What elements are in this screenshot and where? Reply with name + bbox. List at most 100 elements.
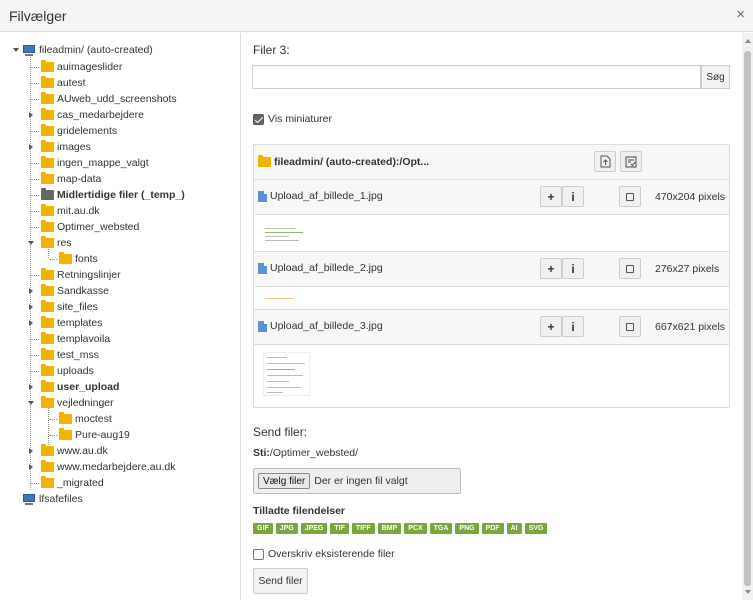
tree-item-temp[interactable]: Midlertidige filer (_temp_) — [41, 187, 185, 203]
tree-item-autest[interactable]: autest — [41, 75, 86, 91]
choose-files-button[interactable]: Vælg filer — [258, 473, 311, 489]
tree-item-auimageslider[interactable]: auimageslider — [41, 59, 122, 75]
file-row[interactable]: Upload_af_billede_3.jpg + i 667x621 pixe… — [254, 310, 729, 345]
image-file-icon — [258, 320, 267, 332]
file-thumbnail[interactable] — [263, 352, 310, 396]
folder-icon — [41, 332, 54, 344]
scroll-up-icon[interactable] — [745, 39, 751, 43]
tree-item-retningslinjer[interactable]: Retningslinjer — [41, 267, 121, 283]
dialog-title: Filvælger — [9, 8, 67, 24]
add-file-button[interactable]: + — [540, 316, 562, 337]
thumbnails-label: Vis miniaturer — [268, 113, 332, 125]
file-name[interactable]: Upload_af_billede_3.jpg — [258, 320, 383, 332]
scrollbar-thumb[interactable] — [744, 51, 751, 586]
extension-badge: JPG — [275, 523, 298, 534]
tree-toggle-www-au-dk[interactable] — [29, 448, 33, 454]
folder-icon — [59, 412, 72, 424]
folder-icon — [41, 460, 54, 472]
tree-toggle-templates[interactable] — [29, 320, 33, 326]
select-file-checkbox[interactable] — [619, 258, 641, 279]
file-row[interactable]: Upload_af_billede_2.jpg + i 276x27 pixel… — [254, 252, 729, 287]
folder-icon — [41, 204, 54, 216]
tree-item-images[interactable]: images — [41, 139, 91, 155]
folder-icon — [41, 92, 54, 104]
add-file-button[interactable]: + — [540, 258, 562, 279]
folder-icon — [41, 284, 54, 296]
select-all-button[interactable] — [620, 151, 642, 172]
file-panel: Filer 3: Søg Vis miniaturer fileadmin/ (… — [242, 33, 742, 600]
tree-item-sandkasse[interactable]: Sandkasse — [41, 283, 109, 299]
close-icon[interactable]: × — [736, 6, 745, 23]
folder-icon — [41, 300, 54, 312]
tree-toggle-images[interactable] — [29, 144, 33, 150]
tree-item-root[interactable]: fileadmin/ (auto-created) — [22, 42, 153, 58]
overwrite-checkbox[interactable] — [253, 549, 264, 560]
tree-toggle-user-upload[interactable] — [29, 384, 33, 390]
folder-icon — [41, 220, 54, 232]
file-thumbnail[interactable] — [263, 224, 309, 244]
tree-item-auweb-udd-screenshots[interactable]: AUweb_udd_screenshots — [41, 91, 177, 107]
folder-icon — [41, 172, 54, 184]
tree-item-user-upload[interactable]: user_upload — [41, 379, 119, 395]
thumbnails-checkbox[interactable] — [253, 114, 264, 125]
add-file-button[interactable]: + — [540, 186, 562, 207]
tree-toggle-site-files[interactable] — [29, 304, 33, 310]
folder-tree-panel: fileadmin/ (auto-created) auimageslider … — [0, 33, 241, 600]
search-input[interactable] — [252, 65, 701, 89]
tree-toggle-sandkasse[interactable] — [29, 288, 33, 294]
file-row[interactable]: Upload_af_billede_1.jpg + i 470x204 pixe… — [254, 180, 729, 215]
scroll-down-icon[interactable] — [745, 590, 751, 594]
tree-item-fonts[interactable]: fonts — [59, 251, 98, 267]
tree-toggle-www-medarbejdere[interactable] — [29, 464, 33, 470]
extension-badges: GIF JPG JPEG TIF TIFF BMP PCX TGA PNG PD… — [253, 523, 550, 534]
tree-item-templates[interactable]: templates — [41, 315, 103, 331]
upload-path: Sti: /Optimer_websted/ — [253, 447, 359, 459]
folder-icon — [41, 108, 54, 120]
folder-icon — [59, 428, 72, 440]
tree-item-moctest[interactable]: moctest — [59, 411, 112, 427]
info-button[interactable]: i — [562, 316, 584, 337]
tree-item-migrated[interactable]: _migrated — [41, 475, 104, 491]
file-name[interactable]: Upload_af_billede_1.jpg — [258, 190, 383, 202]
file-thumbnail[interactable] — [263, 296, 309, 301]
tree-item-cas-medarbejdere[interactable]: cas_medarbejdere — [41, 107, 144, 123]
folder-icon — [41, 476, 54, 488]
tree-item-uploads[interactable]: uploads — [41, 363, 94, 379]
image-file-icon — [258, 190, 267, 202]
info-button[interactable]: i — [562, 186, 584, 207]
tree-item-www-au-dk[interactable]: www.au.dk — [41, 443, 108, 459]
tree-item-pure-aug19[interactable]: Pure-aug19 — [59, 427, 130, 443]
tree-item-lfsafefiles[interactable]: lfsafefiles — [22, 491, 83, 507]
tree-toggle-root[interactable] — [13, 48, 19, 52]
extension-badge: PNG — [455, 523, 479, 534]
tree-toggle-vejledninger[interactable] — [28, 401, 34, 405]
folder-icon — [41, 124, 54, 136]
tree-item-ingen-mappe-valgt[interactable]: ingen_mappe_valgt — [41, 155, 149, 171]
tree-toggle-cas-medarbejdere[interactable] — [29, 112, 33, 118]
storage-icon — [22, 493, 36, 505]
file-chooser[interactable]: Vælg filer Der er ingen fil valgt — [253, 468, 461, 494]
extension-badge: TIF — [330, 523, 349, 534]
tree-item-gridelements[interactable]: gridelements — [41, 123, 117, 139]
tree-item-vejledninger[interactable]: vejledninger — [41, 395, 114, 411]
tree-item-map-data[interactable]: map-data — [41, 171, 101, 187]
search-button[interactable]: Søg — [701, 65, 730, 89]
tree-item-test-mss[interactable]: test_mss — [41, 347, 99, 363]
tree-item-www-medarbejdere-au-dk[interactable]: www.medarbejdere.au.dk — [41, 459, 175, 475]
upload-file-button[interactable] — [594, 151, 616, 172]
folder-icon — [41, 396, 54, 408]
tree-item-res[interactable]: res — [41, 235, 72, 251]
file-dimensions: 276x27 pixels — [655, 263, 720, 275]
select-file-checkbox[interactable] — [619, 316, 641, 337]
vertical-scrollbar[interactable] — [742, 33, 753, 600]
tree-toggle-res[interactable] — [28, 241, 34, 245]
send-files-button[interactable]: Send filer — [253, 568, 308, 594]
file-name[interactable]: Upload_af_billede_2.jpg — [258, 262, 383, 274]
tree-item-site-files[interactable]: site_files — [41, 299, 98, 315]
tree-item-mit-au-dk[interactable]: mit.au.dk — [41, 203, 100, 219]
tree-item-optimer-websted[interactable]: Optimer_websted — [41, 219, 139, 235]
tree-item-templavoila[interactable]: templavoila — [41, 331, 110, 347]
info-button[interactable]: i — [562, 258, 584, 279]
select-file-checkbox[interactable] — [619, 186, 641, 207]
folder-icon — [41, 76, 54, 88]
